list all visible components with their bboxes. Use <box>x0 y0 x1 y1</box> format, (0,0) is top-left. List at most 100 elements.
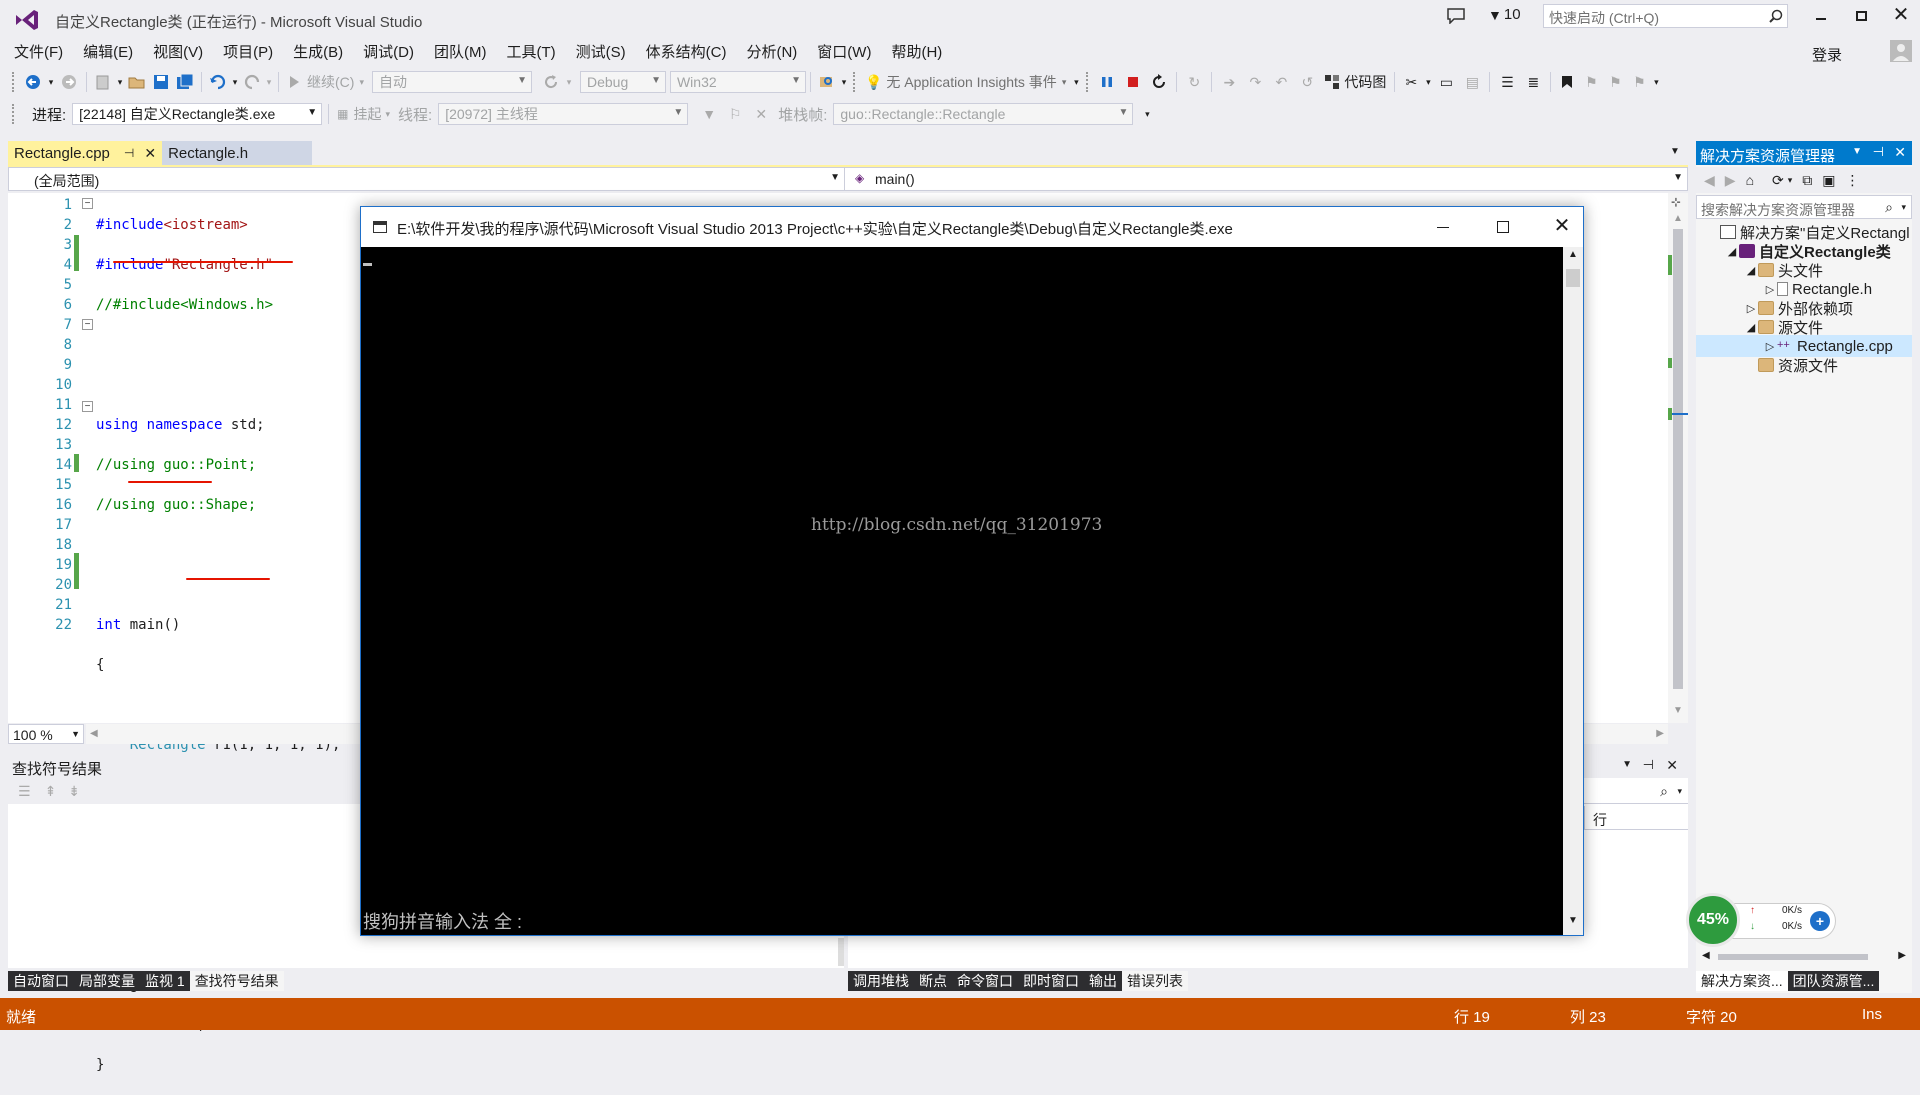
bottom-tab[interactable]: 即时窗口 <box>1018 971 1084 991</box>
quick-launch-input[interactable]: 快速启动 (Ctrl+Q) <box>1549 8 1659 28</box>
close-tab-icon[interactable]: ✕ <box>144 145 156 162</box>
menu-item[interactable]: 项目(P) <box>215 41 285 62</box>
editor-vertical-scrollbar[interactable]: ⊹ ▲ ▼ <box>1668 193 1688 723</box>
column-header-line[interactable]: 行 <box>1584 806 1688 830</box>
step-into-icon[interactable]: ➔ <box>1216 70 1242 94</box>
console-scrollbar[interactable]: ▲ ▼ <box>1563 247 1583 935</box>
feedback-icon[interactable] <box>1447 8 1465 24</box>
uncomment-lines-icon[interactable]: ≣ <box>1520 70 1546 94</box>
console-output[interactable]: http://blog.csdn.net/qq_31201973 搜狗拼音输入法… <box>361 247 1563 935</box>
pin-icon[interactable]: ⊣ <box>1873 144 1884 160</box>
menu-item[interactable]: 体系结构(C) <box>638 41 739 62</box>
restart-button[interactable] <box>1146 70 1172 94</box>
menu-item[interactable]: 测试(S) <box>568 41 638 62</box>
widget-plus-icon[interactable]: + <box>1810 911 1830 931</box>
menu-item[interactable]: 窗口(W) <box>809 41 883 62</box>
application-insights-button[interactable]: 💡 无 Application Insights 事件 ▾ <box>861 70 1070 94</box>
bottom-tab[interactable]: 团队资源管... <box>1787 971 1880 991</box>
step-out-icon[interactable]: ↶ <box>1268 70 1294 94</box>
tab-rectangle-h[interactable]: Rectangle.h <box>162 141 313 165</box>
bottom-tab[interactable]: 解决方案资... <box>1696 971 1788 991</box>
configuration-dropdown[interactable]: Debug ▼ <box>579 71 666 93</box>
console-close-button[interactable]: ✕ <box>1547 213 1577 239</box>
show-flagged-icon[interactable]: ✕ <box>748 102 774 126</box>
scroll-right-icon[interactable]: ▶ <box>1656 728 1664 739</box>
thread-icon[interactable]: ▭ <box>1433 70 1459 94</box>
scope-dropdown[interactable]: (全局范围) ▼ <box>9 168 845 190</box>
menu-item[interactable]: 视图(V) <box>145 41 215 62</box>
close-button[interactable]: ✕ <box>1890 4 1912 26</box>
dropdown-arrow-icon[interactable]: ▼ <box>1852 146 1862 157</box>
collapse-all-icon[interactable]: ⧉ <box>1802 172 1812 189</box>
bottom-tab[interactable]: 断点 <box>914 971 952 991</box>
properties-icon[interactable]: ⋮ <box>1846 172 1860 189</box>
bottom-tab[interactable]: 局部变量 <box>74 971 140 991</box>
stackframe-dropdown[interactable]: guo::Rectangle::Rectangle ▼ <box>833 103 1134 125</box>
maximize-button[interactable] <box>1850 6 1872 26</box>
menu-item[interactable]: 团队(M) <box>426 41 499 62</box>
menu-item[interactable]: 文件(F) <box>6 41 75 62</box>
dropdown-arrow-icon[interactable]: ▾ <box>1651 70 1661 94</box>
comment-lines-icon[interactable]: ☰ <box>1494 70 1520 94</box>
outline-collapse-icon[interactable]: − <box>82 401 93 412</box>
codemap-button[interactable]: 代码图 <box>1320 70 1390 94</box>
next-bookmark-icon[interactable]: ⚑ <box>1603 70 1627 94</box>
expand-arrow-icon[interactable]: ▷ <box>1763 340 1777 353</box>
prev-result-icon[interactable]: ⇞ <box>45 783 57 800</box>
solution-hscrollbar[interactable]: ◀ ▶ <box>1696 947 1912 967</box>
bottom-tab[interactable]: 调用堆栈 <box>848 971 914 991</box>
step-back-icon[interactable]: ↺ <box>1294 70 1320 94</box>
show-all-files-icon[interactable]: ▣ <box>1822 172 1835 189</box>
open-file-icon[interactable] <box>125 70 149 94</box>
process-dropdown[interactable]: [22148] 自定义Rectangle类.exe ▼ <box>72 103 323 125</box>
menu-item[interactable]: 帮助(H) <box>883 41 954 62</box>
pin-icon[interactable]: ⊣ <box>124 146 134 160</box>
zoom-dropdown[interactable]: 100 % ▼ <box>8 724 84 744</box>
scroll-up-icon[interactable]: ▲ <box>1568 249 1578 260</box>
console-titlebar[interactable]: E:\软件开发\我的程序\源代码\Microsoft Visual Studio… <box>361 207 1583 247</box>
menu-item[interactable]: 生成(B) <box>285 41 355 62</box>
bottom-tab[interactable]: 命令窗口 <box>952 971 1018 991</box>
scroll-left-icon[interactable]: ◀ <box>90 728 98 739</box>
save-all-icon[interactable] <box>173 70 197 94</box>
back-icon[interactable]: ◀ <box>1704 172 1715 189</box>
dropdown-arrow-icon[interactable]: ▾ <box>1423 70 1433 94</box>
expand-arrow-icon[interactable]: ▷ <box>1763 283 1777 296</box>
menu-item[interactable]: 调试(D) <box>355 41 426 62</box>
scroll-thumb[interactable] <box>1673 229 1683 689</box>
break-all-button[interactable] <box>1094 70 1120 94</box>
home-icon[interactable]: ⌂ <box>1746 172 1754 188</box>
dropdown-arrow-icon[interactable]: ▾ <box>1139 102 1155 126</box>
tree-item[interactable]: 资源文件 <box>1696 354 1912 376</box>
tab-list-dropdown-icon[interactable]: ▼ <box>1670 146 1680 157</box>
bottom-tab[interactable]: 查找符号结果 <box>189 971 284 991</box>
redo-icon[interactable] <box>240 70 264 94</box>
expand-arrow-icon[interactable]: ◢ <box>1744 321 1758 334</box>
stop-debugging-button[interactable] <box>1120 70 1146 94</box>
member-dropdown[interactable]: ◈ main() ▼ <box>849 168 1687 190</box>
bottom-tab[interactable]: 错误列表 <box>1122 971 1188 991</box>
expand-arrow-icon[interactable]: ◢ <box>1725 245 1739 258</box>
prev-bookmark-icon[interactable]: ⚑ <box>1579 70 1603 94</box>
dropdown-arrow-icon[interactable]: ▾ <box>264 70 274 94</box>
continue-button[interactable]: 继续(C) ▾ <box>283 70 368 94</box>
outline-collapse-icon[interactable]: − <box>82 319 93 330</box>
stack-icon[interactable]: ▤ <box>1459 70 1485 94</box>
save-icon[interactable] <box>149 70 173 94</box>
quick-launch[interactable]: 快速启动 (Ctrl+Q) <box>1543 4 1788 28</box>
login-link[interactable]: 登录 <box>1812 44 1842 65</box>
solution-search-box[interactable]: 搜索解决方案资源管理器 ⌕ ▾ <box>1696 195 1912 219</box>
bottom-tab[interactable]: 输出 <box>1084 971 1122 991</box>
network-speed-widget[interactable]: 45% ↑ 0K/s ↓ 0K/s + <box>1686 893 1840 947</box>
close-panel-icon[interactable]: ✕ <box>1666 757 1678 774</box>
expand-arrow-icon[interactable]: ◢ <box>1744 264 1758 277</box>
notifications[interactable]: ▼ 10 <box>1488 6 1521 23</box>
scroll-right-icon[interactable]: ▶ <box>1898 950 1906 961</box>
suspend-button[interactable]: ▦ 挂起 ▾ <box>333 102 394 126</box>
show-next-statement-icon[interactable]: ↻ <box>1181 70 1207 94</box>
expand-arrow-icon[interactable]: ▷ <box>1744 302 1758 315</box>
scroll-left-icon[interactable]: ◀ <box>1702 950 1710 961</box>
bookmark-icon[interactable] <box>1555 70 1579 94</box>
hex-display-icon[interactable]: ✂ <box>1399 70 1423 94</box>
dropdown-arrow-icon[interactable]: ▼ <box>1622 759 1632 770</box>
